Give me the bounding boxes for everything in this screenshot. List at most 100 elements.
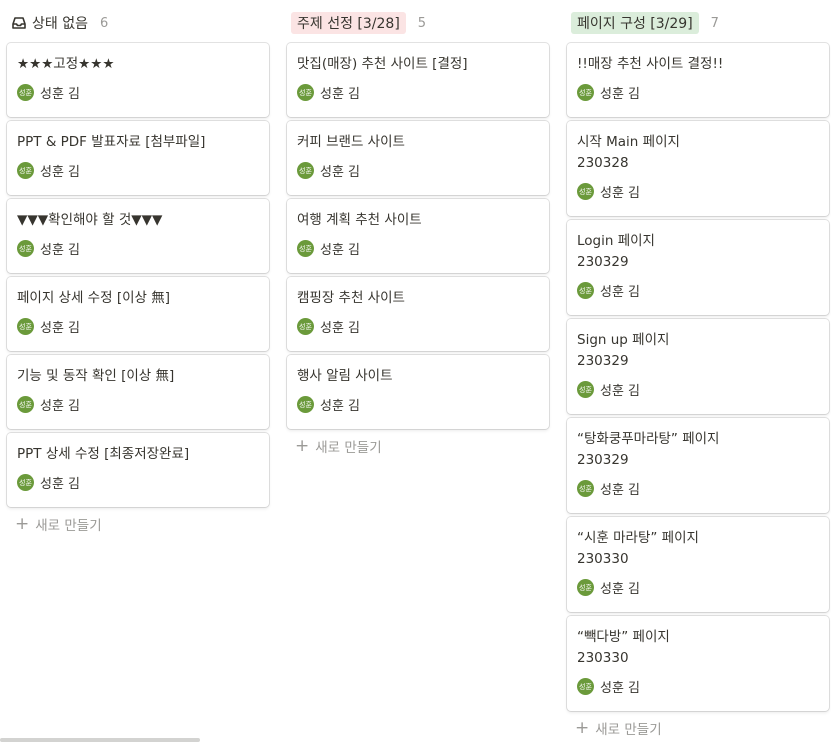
person-name: 성훈 김: [600, 285, 641, 300]
card-person: 성훈 성훈 김: [297, 161, 539, 180]
board-card[interactable]: “시훈 마라탕” 페이지 230330 성훈 성훈 김: [567, 517, 829, 612]
person-name: 성훈 김: [600, 582, 641, 597]
board-card[interactable]: 맛집(매장) 추천 사이트 [결정] 성훈 성훈 김: [287, 43, 549, 117]
board-card[interactable]: 기능 및 동작 확인 [이상 無] 성훈 성훈 김: [7, 355, 269, 429]
avatar: 성훈: [297, 240, 314, 257]
card-title: ★★★고정★★★: [17, 56, 115, 72]
card-title: 기능 및 동작 확인 [이상 無]: [17, 368, 175, 384]
person-name: 성훈 김: [40, 87, 81, 102]
card-person: 성훈 성훈 김: [577, 578, 819, 597]
board-card[interactable]: Login 페이지 230329 성훈 성훈 김: [567, 220, 829, 315]
avatar: 성훈: [17, 162, 34, 179]
column-pages: 페이지 구성 [3/29] 7 !!매장 추천 사이트 결정!! 성훈 성훈 김 시작…: [567, 10, 829, 741]
card-person: 성훈 성훈 김: [297, 317, 539, 336]
card-title: “탕화쿵푸마라탕” 페이지: [577, 431, 720, 447]
board-card[interactable]: Sign up 페이지 230329 성훈 성훈 김: [567, 319, 829, 414]
avatar: 성훈: [297, 318, 314, 335]
card-person: 성훈 성훈 김: [297, 395, 539, 414]
plus-icon: +: [575, 717, 590, 738]
card-person: 성훈 성훈 김: [17, 83, 259, 102]
column-topic: 주제 선정 [3/28] 5 맛집(매장) 추천 사이트 [결정] 성훈 성훈 김커…: [287, 10, 549, 459]
card-person: 성훈 성훈 김: [577, 677, 819, 696]
card-title: 페이지 상세 수정 [이상 無]: [17, 290, 170, 306]
card-title: 여행 계획 추천 사이트: [297, 212, 422, 228]
card-date: 230330: [577, 650, 629, 666]
new-card-label: 새로 만들기: [35, 518, 102, 534]
card-person: 성훈 성훈 김: [17, 317, 259, 336]
card-title: “시훈 마라탕” 페이지: [577, 530, 699, 546]
avatar: 성훈: [297, 84, 314, 101]
board-card[interactable]: PPT & PDF 발표자료 [첨부파일] 성훈 성훈 김: [7, 121, 269, 195]
new-card-label: 새로 만들기: [595, 722, 662, 738]
board-card[interactable]: ▼▼▼확인해야 할 것▼▼▼ 성훈 성훈 김: [7, 199, 269, 273]
person-name: 성훈 김: [600, 186, 641, 201]
person-name: 성훈 김: [40, 477, 81, 492]
card-person: 성훈 성훈 김: [17, 395, 259, 414]
column-header[interactable]: 주제 선정 [3/28] 5: [287, 10, 549, 36]
avatar: 성훈: [297, 396, 314, 413]
column-title: 페이지 구성 [3/29]: [571, 12, 699, 34]
person-name: 성훈 김: [320, 87, 361, 102]
new-card-button[interactable]: + 새로 만들기: [567, 715, 829, 741]
avatar: 성훈: [17, 474, 34, 491]
card-title: Login 페이지: [577, 233, 655, 249]
board-card[interactable]: “탕화쿵푸마라탕” 페이지 230329 성훈 성훈 김: [567, 418, 829, 513]
card-title: PPT & PDF 발표자료 [첨부파일]: [17, 134, 206, 150]
card-person: 성훈 성훈 김: [577, 83, 819, 102]
card-person: 성훈 성훈 김: [17, 239, 259, 258]
column-header[interactable]: 상태 없음 6: [7, 10, 269, 36]
horizontal-scrollbar[interactable]: [0, 738, 200, 742]
avatar: 성훈: [577, 381, 594, 398]
board-card[interactable]: PPT 상세 수정 [최종저장완료] 성훈 성훈 김: [7, 433, 269, 507]
card-date: 230330: [577, 551, 629, 567]
board-card[interactable]: 시작 Main 페이지 230328 성훈 성훈 김: [567, 121, 829, 216]
board-card[interactable]: !!매장 추천 사이트 결정!! 성훈 성훈 김: [567, 43, 829, 117]
card-person: 성훈 성훈 김: [17, 161, 259, 180]
person-name: 성훈 김: [600, 483, 641, 498]
board-card[interactable]: ★★★고정★★★ 성훈 성훈 김: [7, 43, 269, 117]
column-header[interactable]: 페이지 구성 [3/29] 7: [567, 10, 829, 36]
person-name: 성훈 김: [40, 399, 81, 414]
column-no-status: 상태 없음 6 ★★★고정★★★ 성훈 성훈 김 PPT & PDF 발표자료 [첨부…: [7, 10, 269, 537]
person-name: 성훈 김: [600, 681, 641, 696]
card-title: ▼▼▼확인해야 할 것▼▼▼: [17, 212, 163, 228]
card-date: 230329: [577, 254, 629, 270]
avatar: 성훈: [17, 396, 34, 413]
avatar: 성훈: [577, 282, 594, 299]
avatar: 성훈: [17, 240, 34, 257]
person-name: 성훈 김: [600, 87, 641, 102]
person-name: 성훈 김: [320, 243, 361, 258]
person-name: 성훈 김: [600, 384, 641, 399]
avatar: 성훈: [297, 162, 314, 179]
avatar: 성훈: [17, 318, 34, 335]
new-card-button[interactable]: + 새로 만들기: [7, 511, 269, 537]
board-card[interactable]: 여행 계획 추천 사이트성훈 성훈 김: [287, 199, 549, 273]
card-person: 성훈 성훈 김: [577, 380, 819, 399]
card-title: 캠핑장 추천 사이트: [297, 290, 405, 306]
board-card[interactable]: 행사 알림 사이트성훈 성훈 김: [287, 355, 549, 429]
plus-icon: +: [295, 435, 310, 456]
card-date: 230328: [577, 155, 629, 171]
board-card[interactable]: 페이지 상세 수정 [이상 無] 성훈 성훈 김: [7, 277, 269, 351]
avatar: 성훈: [577, 678, 594, 695]
card-person: 성훈 성훈 김: [577, 479, 819, 498]
board-card[interactable]: “빽다방” 페이지 230330 성훈 성훈 김: [567, 616, 829, 711]
avatar: 성훈: [577, 84, 594, 101]
card-person: 성훈 성훈 김: [577, 281, 819, 300]
card-title: “빽다방” 페이지: [577, 629, 670, 645]
card-title: !!매장 추천 사이트 결정!!: [577, 56, 724, 72]
card-person: 성훈 성훈 김: [17, 473, 259, 492]
card-date: 230329: [577, 353, 629, 369]
person-name: 성훈 김: [320, 321, 361, 336]
person-name: 성훈 김: [320, 165, 361, 180]
card-title: PPT 상세 수정 [최종저장완료]: [17, 446, 190, 462]
card-person: 성훈 성훈 김: [297, 83, 539, 102]
card-title: 시작 Main 페이지: [577, 134, 680, 150]
new-card-button[interactable]: + 새로 만들기: [287, 433, 549, 459]
card-title: 행사 알림 사이트: [297, 368, 393, 384]
column-title: 상태 없음: [32, 16, 88, 32]
plus-icon: +: [15, 513, 30, 534]
board-card[interactable]: 캠핑장 추천 사이트성훈 성훈 김: [287, 277, 549, 351]
board-card[interactable]: 커피 브랜드 사이트 성훈 성훈 김: [287, 121, 549, 195]
person-name: 성훈 김: [40, 165, 81, 180]
